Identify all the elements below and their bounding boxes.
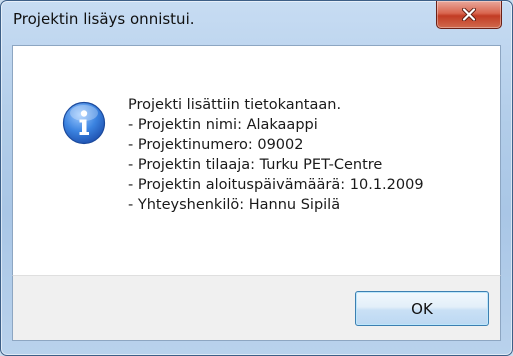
message-line: - Projektin aloituspäivämäärä: 10.1.2009 (128, 177, 424, 193)
ok-button[interactable]: OK (355, 291, 489, 326)
dialog-title: Projektin lisäys onnistui. (13, 10, 195, 28)
message-line: - Yhteyshenkilö: Hannu Sipilä (128, 197, 341, 213)
message-line: - Projektin tilaaja: Turku PET-Centre (128, 157, 383, 173)
dialog-window: Projektin lisäys onnistui. Projekti lisä… (0, 0, 513, 356)
message-line: - Projektinumero: 09002 (128, 137, 304, 153)
message-line: - Projektin nimi: Alakaappi (128, 117, 318, 133)
close-button[interactable] (436, 1, 502, 29)
message-line: Projekti lisättiin tietokantaan. (128, 97, 342, 113)
info-icon (62, 101, 106, 145)
title-bar[interactable]: Projektin lisäys onnistui. (1, 1, 512, 41)
message-text: Projekti lisättiin tietokantaan. - Proje… (128, 95, 424, 215)
close-icon (462, 8, 476, 21)
